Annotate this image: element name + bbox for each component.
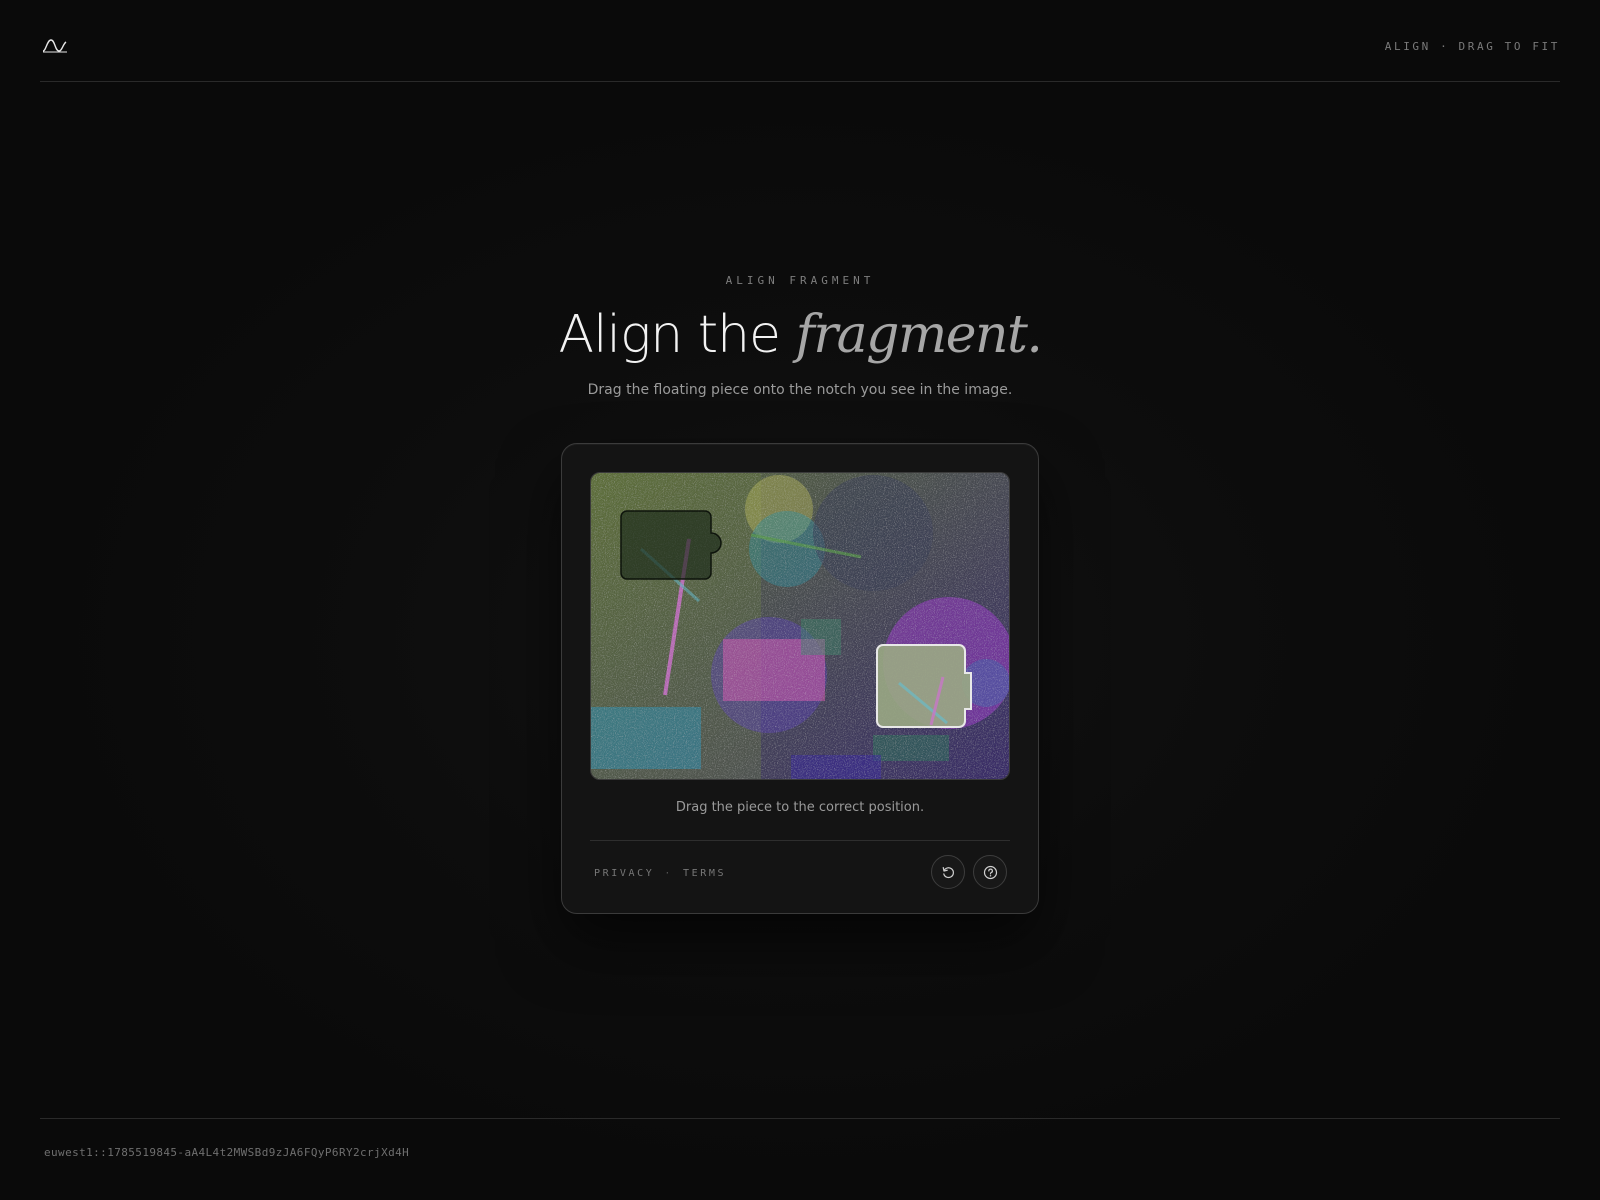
help-button[interactable] <box>973 855 1007 889</box>
puzzle-card: Drag the piece to the correct position. … <box>561 443 1039 914</box>
terms-link[interactable]: TERMS <box>683 868 726 879</box>
puzzle-notch <box>620 510 722 580</box>
eyebrow-label: ALIGN FRAGMENT <box>725 274 875 287</box>
refresh-icon <box>942 866 954 878</box>
puzzle-piece[interactable] <box>876 644 972 728</box>
page-title: Align the fragment. <box>0 300 1600 370</box>
captcha-page: ALIGN · DRAG TO FIT ALIGN FRAGMENT Align… <box>0 0 1600 1200</box>
puzzle-hint: Drag the piece to the correct position. <box>675 800 925 815</box>
refresh-button[interactable] <box>931 855 965 889</box>
links-separator: · <box>664 868 673 879</box>
top-bar: ALIGN · DRAG TO FIT <box>40 0 1560 82</box>
title-accent: fragment. <box>795 305 1043 365</box>
title-plain: Align the <box>558 305 796 365</box>
privacy-link[interactable]: PRIVACY <box>594 868 654 879</box>
page-subtitle: Drag the floating piece onto the notch y… <box>587 382 1013 398</box>
footer-divider <box>40 1118 1560 1119</box>
help-icon <box>983 865 997 879</box>
card-divider <box>590 840 1010 841</box>
legal-links: PRIVACY · TERMS <box>594 868 726 879</box>
header-status: ALIGN · DRAG TO FIT <box>1384 40 1560 53</box>
puzzle-image <box>591 473 1009 779</box>
puzzle-canvas <box>590 472 1010 780</box>
session-id: euwest1::1785519845-aA4L4t2MWSBd9zJA6FQy… <box>44 1146 410 1159</box>
wave-logo-icon <box>42 39 67 53</box>
